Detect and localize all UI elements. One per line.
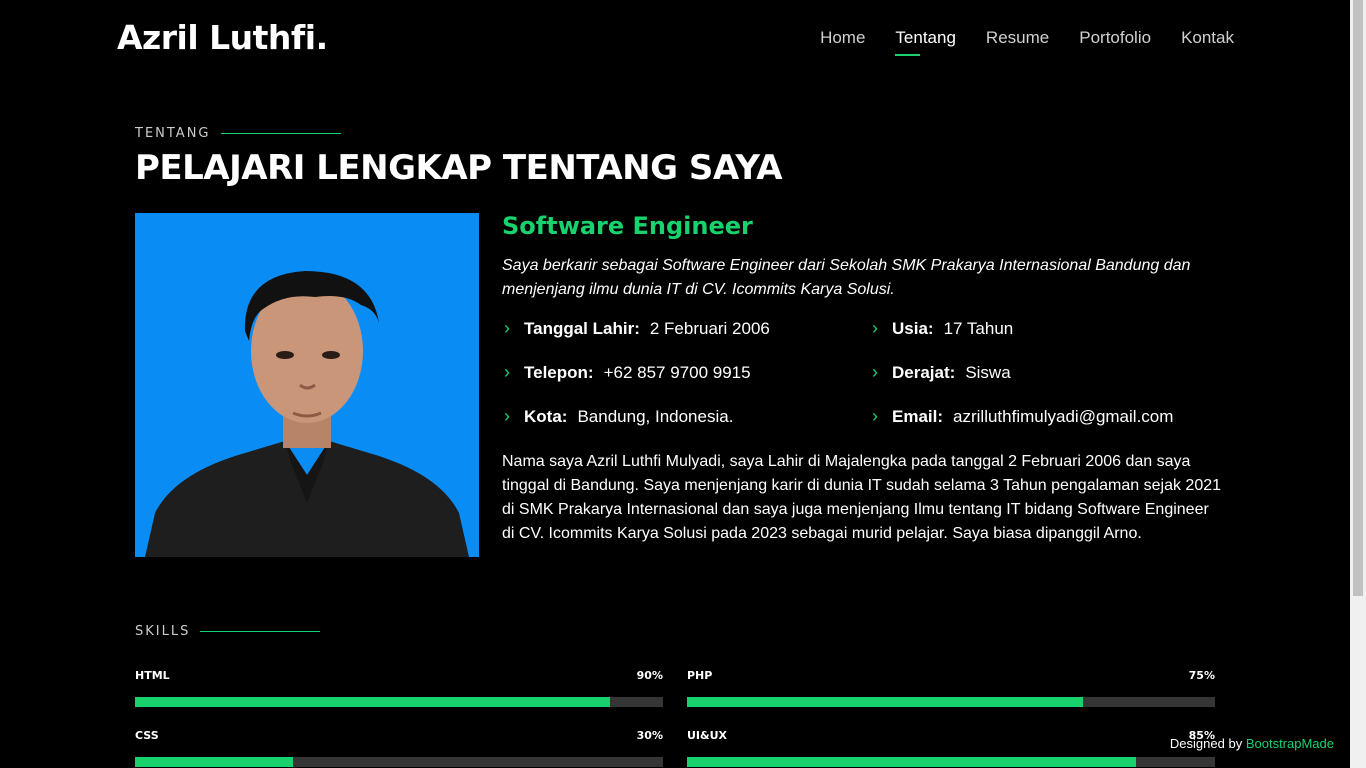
info-value: Bandung, Indonesia.: [577, 406, 734, 426]
nav-home[interactable]: Home: [820, 28, 865, 54]
skill-progress-fill: [135, 757, 294, 767]
about-label-text: TENTANG: [135, 126, 211, 141]
nav-portofolio[interactable]: Portofolio: [1079, 28, 1151, 54]
intro-text: Saya berkarir sebagai Software Engineer …: [502, 257, 1191, 298]
skill-progress-track: [135, 697, 663, 707]
info-value: 17 Tahun: [943, 318, 1014, 338]
skills-label-line: [200, 631, 321, 632]
info-label: Telepon:: [524, 362, 594, 382]
info-value: Siswa: [965, 362, 1011, 382]
chevron-right-icon: ›: [872, 406, 878, 426]
skill-name: UI&UX: [687, 729, 728, 742]
chevron-right-icon: ›: [872, 362, 878, 382]
job-title: Software Engineer: [502, 212, 753, 240]
profile-photo-illustration: [135, 213, 479, 557]
skill-name: HTML: [135, 669, 170, 682]
skill-html: HTML 90%: [135, 669, 663, 707]
skill-progress-track: [687, 757, 1215, 767]
info-value: 2 Februari 2006: [649, 318, 770, 338]
skill-percent: 90%: [636, 669, 663, 682]
info-birthdate: › Tanggal Lahir: 2 Februari 2006: [504, 318, 770, 339]
nav-resume[interactable]: Resume: [986, 28, 1049, 54]
about-section-label: TENTANG: [135, 126, 341, 141]
page-scrollbar[interactable]: [1350, 0, 1366, 768]
page-title: PELAJARI LENGKAP TENTANG SAYA: [135, 148, 783, 188]
info-phone: › Telepon: +62 857 9700 9915: [504, 362, 751, 383]
info-label: Derajat:: [892, 362, 956, 382]
site-logo[interactable]: Azril Luthfi.: [117, 18, 328, 57]
scrollbar-thumb[interactable]: [1353, 0, 1363, 596]
credit-link[interactable]: BootstrapMade: [1246, 736, 1334, 751]
skill-progress-track: [687, 697, 1215, 707]
info-degree: › Derajat: Siswa: [872, 362, 1011, 383]
skills-section-label: SKILLS: [135, 624, 321, 639]
info-value: azrilluthfimulyadi@gmail.com: [953, 406, 1174, 426]
chevron-right-icon: ›: [504, 362, 510, 382]
skills-label-text: SKILLS: [135, 624, 191, 639]
credit-prefix: Designed by: [1169, 736, 1243, 751]
info-value: +62 857 9700 9915: [603, 362, 751, 382]
profile-photo: [135, 213, 479, 557]
nav-tentang[interactable]: Tentang: [895, 28, 956, 56]
skill-name: PHP: [687, 669, 713, 682]
chevron-right-icon: ›: [504, 318, 510, 338]
footer-credit: Designed by BootstrapMade: [1170, 736, 1334, 751]
skill-uiux: UI&UX 85%: [687, 729, 1215, 767]
chevron-right-icon: ›: [504, 406, 510, 426]
info-label: Email:: [892, 406, 944, 426]
skill-percent: 75%: [1188, 669, 1215, 682]
info-label: Usia:: [892, 318, 934, 338]
main-nav: Home Tentang Resume Portofolio Kontak: [820, 28, 1234, 56]
site-header: Azril Luthfi. Home Tentang Resume Portof…: [0, 0, 1350, 80]
nav-kontak[interactable]: Kontak: [1181, 28, 1234, 54]
about-label-line: [220, 133, 341, 134]
info-label: Kota:: [524, 406, 568, 426]
skill-css: CSS 30%: [135, 729, 663, 767]
skill-progress-track: [135, 757, 663, 767]
skill-php: PHP 75%: [687, 669, 1215, 707]
bio-text: Nama saya Azril Luthfi Mulyadi, saya Lah…: [502, 453, 1222, 542]
skill-percent: 30%: [636, 729, 663, 742]
skill-name: CSS: [135, 729, 159, 742]
info-email: › Email: azrilluthfimulyadi@gmail.com: [872, 406, 1173, 427]
skill-progress-fill: [135, 697, 611, 707]
info-label: Tanggal Lahir:: [524, 318, 640, 338]
info-city: › Kota: Bandung, Indonesia.: [504, 406, 733, 427]
skill-progress-fill: [687, 697, 1083, 707]
chevron-right-icon: ›: [872, 318, 878, 338]
skill-progress-fill: [687, 757, 1136, 767]
info-age: › Usia: 17 Tahun: [872, 318, 1013, 339]
